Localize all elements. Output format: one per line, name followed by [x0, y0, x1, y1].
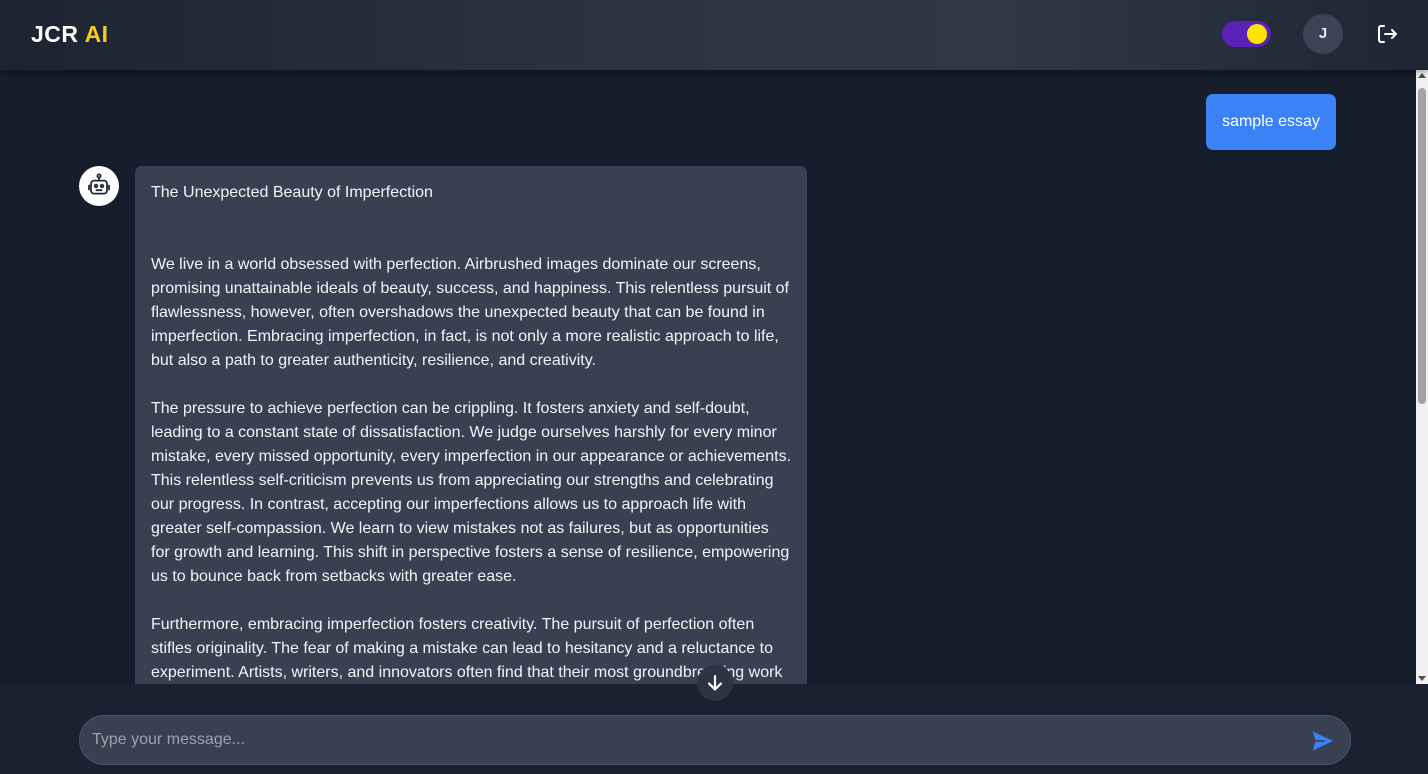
chat-scrollbar[interactable] — [1416, 70, 1428, 684]
scroll-to-bottom-button[interactable] — [697, 665, 733, 701]
message-input[interactable] — [92, 716, 1302, 764]
scroll-down-arrow-icon[interactable] — [1418, 676, 1426, 681]
bot-message: The Unexpected Beauty of Imperfection We… — [135, 166, 807, 684]
scroll-up-arrow-icon[interactable] — [1418, 73, 1426, 78]
logout-icon[interactable] — [1375, 22, 1399, 46]
essay-paragraph: We live in a world obsessed with perfect… — [151, 256, 789, 369]
send-icon — [1312, 731, 1334, 751]
app-logo[interactable]: JCR AI — [31, 21, 109, 48]
logo-accent-text: AI — [84, 21, 109, 47]
theme-toggle[interactable] — [1222, 21, 1271, 47]
arrow-down-icon — [707, 674, 723, 691]
user-avatar[interactable]: J — [1303, 14, 1343, 54]
logo-text: JCR — [31, 21, 85, 47]
scrollbar-thumb[interactable] — [1418, 88, 1426, 404]
essay-paragraph: The pressure to achieve perfection can b… — [151, 400, 792, 585]
chat-area[interactable]: sample essay The Unexpected Beauty of Im… — [0, 70, 1416, 684]
bot-avatar — [79, 166, 119, 206]
essay-paragraph: Furthermore, embracing imperfection fost… — [151, 616, 783, 681]
sun-toggle-icon — [1247, 24, 1267, 44]
robot-icon — [88, 173, 110, 195]
user-message: sample essay — [1206, 94, 1336, 150]
app-header: JCR AI J — [0, 0, 1428, 70]
send-button[interactable] — [1310, 728, 1336, 754]
message-input-wrapper[interactable] — [79, 715, 1351, 765]
essay-title: The Unexpected Beauty of Imperfection — [151, 184, 433, 201]
